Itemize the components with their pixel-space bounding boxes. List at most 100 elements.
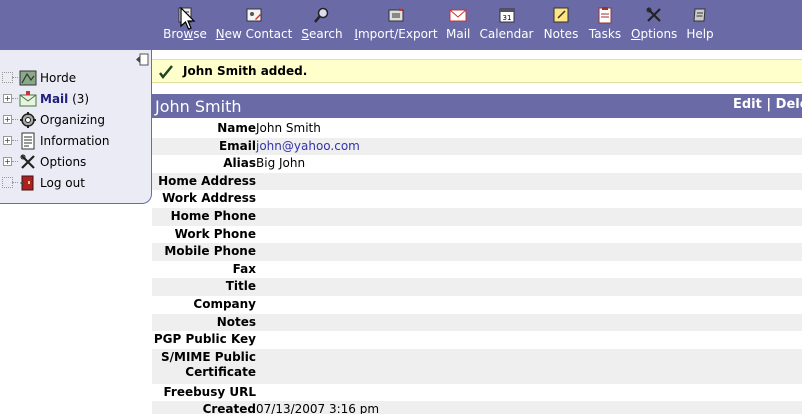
detail-label: Freebusy URL [163, 384, 256, 399]
sidebar-item-label: Mail (3) [40, 92, 89, 106]
notification-bar: John Smith added. [152, 59, 802, 83]
tree-connector [12, 119, 18, 120]
sidebar-item-horde[interactable]: Horde [0, 69, 140, 89]
toolbar-label-accesskey: N [215, 27, 225, 41]
toolbar-tasks-button[interactable]: Tasks [587, 6, 623, 46]
tree-leaf-icon [2, 72, 13, 83]
contact-details-table: Name John Smith Email john@yahoo.com Alias Bi… [152, 120, 802, 414]
toolbar-label-part: Calendar [479, 27, 534, 41]
detail-row-created: Created 07/13/2007 3:16 pm [152, 401, 802, 414]
expand-icon[interactable]: + [3, 157, 12, 166]
detail-label: Home Phone [170, 208, 256, 223]
toolbar-help-button[interactable]: Help [686, 6, 714, 46]
sidebar-item-text: Organizing [40, 113, 105, 127]
sidebar-item-label: Log out [40, 176, 85, 190]
top-toolbar: Browse New Contact Search Import/Export Mail… [0, 0, 802, 50]
sidebar-item-text: Log out [40, 176, 85, 190]
detail-label: Work Address [162, 191, 256, 206]
detail-row-s-mime-public-certificate: S/MIME Public Certificate [152, 348, 802, 384]
detail-label: Name [217, 121, 256, 135]
detail-label: Fax [232, 261, 256, 276]
collapse-sidebar-icon[interactable] [135, 53, 149, 66]
toolbar-label-part: Help [686, 27, 714, 41]
detail-value: Big John [256, 156, 306, 171]
detail-label: Created [202, 402, 256, 414]
tree-connector [12, 161, 18, 162]
detail-row-freebusy-url: Freebusy URL [152, 384, 802, 402]
toolbar-search-label: Search [300, 27, 344, 41]
expand-icon[interactable]: + [3, 115, 12, 124]
toolbar-label-part: Tasks [588, 27, 622, 41]
detail-label: Notes [216, 314, 256, 329]
email-link[interactable]: john@yahoo.com [256, 139, 360, 154]
detail-label: S/MIME Public Certificate [160, 349, 256, 379]
sidebar-item-organizing[interactable]: + Organizing [0, 111, 140, 131]
toolbar-label-part: Mail [446, 27, 471, 41]
toolbar-import-export-button[interactable]: Import/Export [352, 6, 440, 46]
detail-label: Email [218, 138, 256, 153]
toolbar-label-part: earch [309, 27, 343, 41]
detail-label: Work Phone [174, 226, 256, 241]
sidebar: Horde + Mail (3) + Organizing + Information + Op… [0, 50, 152, 204]
notes-icon [552, 6, 570, 24]
toolbar-help-label: Help [686, 27, 714, 41]
toolbar-label-accesskey: S [301, 27, 309, 41]
sidebar-item-options[interactable]: + Options [0, 153, 140, 173]
sidebar-item-mail[interactable]: + Mail (3) [0, 90, 140, 110]
contact-actions[interactable]: Edit | Dele [733, 97, 802, 112]
toolbar-label-part: mport/Export [357, 27, 438, 41]
organizing-icon [19, 111, 37, 129]
expand-icon[interactable]: + [3, 94, 12, 103]
mouse-cursor-icon [180, 6, 196, 31]
toolbar-label-part: ptions [640, 27, 678, 41]
import-export-icon [387, 6, 405, 24]
toolbar-calendar-button[interactable]: 31 Calendar [479, 6, 534, 46]
checkmark-icon [158, 64, 174, 80]
new-contact-icon [245, 6, 263, 24]
detail-row-mobile-phone: Mobile Phone [152, 243, 802, 261]
toolbar-new-contact-button[interactable]: New Contact [215, 6, 293, 46]
sidebar-item-label: Organizing [40, 113, 105, 127]
detail-label: Title [225, 279, 256, 294]
toolbar-search-button[interactable]: Search [300, 6, 344, 46]
sidebar-item-text: Horde [40, 71, 77, 85]
sidebar-item-information[interactable]: + Information [0, 132, 140, 152]
expand-icon[interactable]: + [3, 136, 12, 145]
detail-row-work-address: Work Address [152, 190, 802, 208]
notification-message: John Smith added. [183, 64, 308, 78]
mail-icon [449, 6, 467, 24]
detail-row-pgp-public-key: PGP Public Key [152, 331, 802, 349]
toolbar-label-part: Notes [543, 27, 579, 41]
tree-connector [12, 77, 18, 78]
detail-label: Home Address [158, 173, 256, 188]
detail-value: 07/13/2007 3:16 pm [256, 402, 380, 414]
toolbar-options-button[interactable]: Options [631, 6, 677, 46]
contact-header: John Smith Edit | Dele [152, 94, 802, 118]
sidebar-item-label: Horde [40, 71, 76, 85]
detail-label: Company [193, 296, 256, 311]
toolbar-notes-label: Notes [543, 27, 579, 41]
detail-row-notes: Notes [152, 313, 802, 332]
sidebar-item-label: Options [40, 155, 86, 169]
detail-row-home-phone: Home Phone [152, 207, 802, 226]
detail-row-company: Company [152, 296, 802, 314]
detail-row-title: Title [152, 278, 802, 296]
detail-row-fax: Fax [152, 261, 802, 279]
toolbar-label-part: ew Contact [224, 27, 293, 41]
toolbar-notes-button[interactable]: Notes [543, 6, 579, 46]
detail-row-email: Email john@yahoo.com [152, 137, 802, 156]
contact-title: John Smith [155, 97, 242, 116]
toolbar-import-export-label: Import/Export [352, 27, 440, 41]
tree-connector [12, 182, 18, 183]
svg-text:31: 31 [502, 14, 511, 22]
search-icon [313, 6, 331, 24]
options-icon [645, 6, 663, 24]
mail-icon [19, 90, 37, 108]
detail-row-name: Name John Smith [152, 120, 802, 138]
detail-label: PGP Public Key [153, 332, 256, 347]
toolbar-mail-button[interactable]: Mail [446, 6, 470, 46]
toolbar-mail-label: Mail [446, 27, 470, 41]
detail-label: Alias [223, 156, 256, 171]
sidebar-item-log-out[interactable]: Log out [0, 174, 140, 194]
toolbar-options-label: Options [631, 27, 677, 41]
